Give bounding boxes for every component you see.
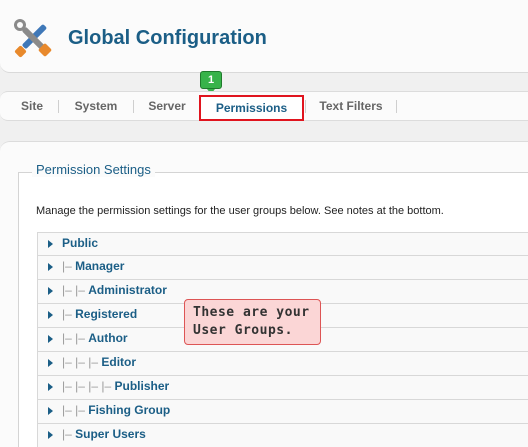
tab-separator bbox=[58, 100, 59, 113]
group-indent: |– |– |– |– bbox=[62, 379, 115, 393]
group-label: Publisher bbox=[114, 379, 170, 393]
tools-icon bbox=[14, 19, 52, 58]
group-label: Administrator bbox=[88, 283, 167, 297]
group-indent: |– |– bbox=[62, 403, 89, 417]
callout-line-2: User Groups. bbox=[193, 323, 293, 338]
description-text: Manage the permission settings for the u… bbox=[36, 205, 444, 217]
fieldset-legend: Permission Settings bbox=[32, 162, 155, 177]
page-title: Global Configuration bbox=[68, 27, 267, 49]
group-indent: |– |– bbox=[62, 283, 89, 297]
tab-text-filters[interactable]: Text Filters bbox=[308, 92, 394, 120]
main-panel: Permission Settings Manage the permissio… bbox=[0, 141, 528, 447]
tab-permissions[interactable]: Permissions bbox=[199, 95, 304, 121]
tab-site[interactable]: Site bbox=[8, 92, 56, 120]
expand-arrow-icon[interactable] bbox=[48, 287, 53, 295]
group-label: Super Users bbox=[75, 427, 146, 441]
group-row-publisher[interactable]: |– |– |– |– Publisher bbox=[37, 376, 528, 400]
group-row-editor[interactable]: |– |– |– Editor bbox=[37, 352, 528, 376]
expand-arrow-icon[interactable] bbox=[48, 431, 53, 439]
group-label: Editor bbox=[101, 355, 137, 369]
tab-server[interactable]: Server bbox=[138, 92, 196, 120]
tab-separator bbox=[396, 100, 397, 113]
group-label: Registered bbox=[75, 307, 138, 321]
expand-arrow-icon[interactable] bbox=[48, 335, 53, 343]
group-label: Manager bbox=[75, 259, 125, 273]
group-indent: |– bbox=[62, 259, 76, 273]
group-indent: |– bbox=[62, 307, 76, 321]
expand-arrow-icon[interactable] bbox=[48, 359, 53, 367]
tab-system[interactable]: System bbox=[62, 92, 130, 120]
tab-separator bbox=[133, 100, 134, 113]
expand-arrow-icon[interactable] bbox=[48, 311, 53, 319]
group-row-manager[interactable]: |– Manager bbox=[37, 256, 528, 280]
expand-arrow-icon[interactable] bbox=[48, 240, 53, 248]
expand-arrow-icon[interactable] bbox=[48, 407, 53, 415]
page-header: Global Configuration bbox=[0, 0, 528, 73]
group-indent: |– bbox=[62, 427, 76, 441]
callout-annotation: These are your User Groups. bbox=[184, 299, 321, 345]
tab-bar: Site System Server Permissions Text Filt… bbox=[0, 91, 528, 121]
group-row-public[interactable]: Public bbox=[37, 232, 528, 256]
expand-arrow-icon[interactable] bbox=[48, 383, 53, 391]
group-indent: |– |– bbox=[62, 331, 89, 345]
group-row-fishing-group[interactable]: |– |– Fishing Group bbox=[37, 400, 528, 424]
group-label: Author bbox=[88, 331, 128, 345]
group-label: Fishing Group bbox=[88, 403, 171, 417]
expand-arrow-icon[interactable] bbox=[48, 263, 53, 271]
callout-line-1: These are your bbox=[193, 305, 310, 320]
group-row-super-users[interactable]: |– Super Users bbox=[37, 424, 528, 447]
step-badge: 1 bbox=[200, 71, 222, 94]
group-indent: |– |– |– bbox=[62, 355, 102, 369]
tab-separator bbox=[305, 100, 306, 113]
group-label: Public bbox=[62, 236, 99, 250]
